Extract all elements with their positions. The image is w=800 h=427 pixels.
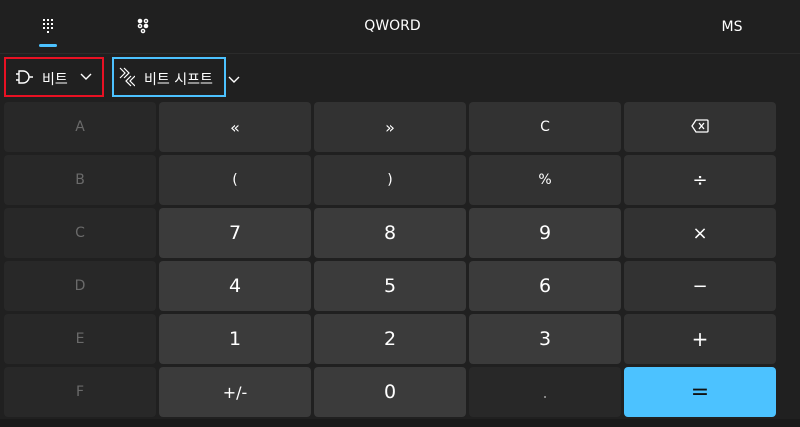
bitwise-label: 비트 — [42, 72, 68, 88]
bit-shift-icon — [117, 66, 136, 92]
digit-5-button[interactable]: 5 — [314, 261, 466, 311]
digit-8-button[interactable]: 8 — [314, 208, 466, 258]
close-paren-button[interactable]: ) — [314, 155, 466, 205]
top-bar: QWORD MS — [0, 0, 800, 54]
digit-0-button[interactable]: 0 — [314, 367, 466, 417]
digit-2-button[interactable]: 2 — [314, 314, 466, 364]
hex-key-b[interactable]: B — [4, 155, 156, 205]
operations-toolbar: 비트 비트 시프트 — [0, 54, 800, 102]
digit-9-button[interactable]: 9 — [469, 208, 621, 258]
hex-key-e[interactable]: E — [4, 314, 156, 364]
chevron-down-icon — [80, 73, 92, 81]
divide-button[interactable]: ÷ — [624, 155, 776, 205]
backspace-button[interactable] — [624, 102, 776, 152]
negate-button[interactable]: +/- — [159, 367, 311, 417]
right-shift-button[interactable]: » — [314, 102, 466, 152]
bitshift-dropdown-button[interactable]: 비트 시프트 — [112, 57, 226, 97]
logic-gate-icon — [14, 69, 34, 89]
modulo-button[interactable]: % — [469, 155, 621, 205]
bottom-strip — [0, 419, 800, 427]
multiply-button[interactable]: × — [624, 208, 776, 258]
hex-key-f[interactable]: F — [4, 367, 156, 417]
digit-1-button[interactable]: 1 — [159, 314, 311, 364]
backspace-icon — [691, 118, 709, 137]
bitwise-dropdown-button[interactable]: 비트 — [4, 57, 104, 97]
digit-6-button[interactable]: 6 — [469, 261, 621, 311]
hex-key-a[interactable]: A — [4, 102, 156, 152]
hex-key-c[interactable]: C — [4, 208, 156, 258]
word-size-toggle[interactable]: QWORD — [0, 18, 785, 34]
digit-4-button[interactable]: 4 — [159, 261, 311, 311]
equals-button[interactable]: = — [624, 367, 776, 417]
subtract-button[interactable]: − — [624, 261, 776, 311]
clear-button[interactable]: C — [469, 102, 621, 152]
bitshift-label: 비트 시프트 — [144, 72, 213, 88]
digit-7-button[interactable]: 7 — [159, 208, 311, 258]
memory-store-button[interactable]: MS — [712, 14, 752, 40]
add-button[interactable]: + — [624, 314, 776, 364]
chevron-down-icon[interactable] — [228, 76, 240, 84]
decimal-button[interactable]: . — [469, 367, 621, 417]
active-tab-indicator — [39, 44, 57, 47]
keypad: A B C D E F « » C ( ) % ÷ 7 8 9 × 4 5 6 … — [4, 102, 778, 417]
left-shift-button[interactable]: « — [159, 102, 311, 152]
hex-key-d[interactable]: D — [4, 261, 156, 311]
open-paren-button[interactable]: ( — [159, 155, 311, 205]
digit-3-button[interactable]: 3 — [469, 314, 621, 364]
